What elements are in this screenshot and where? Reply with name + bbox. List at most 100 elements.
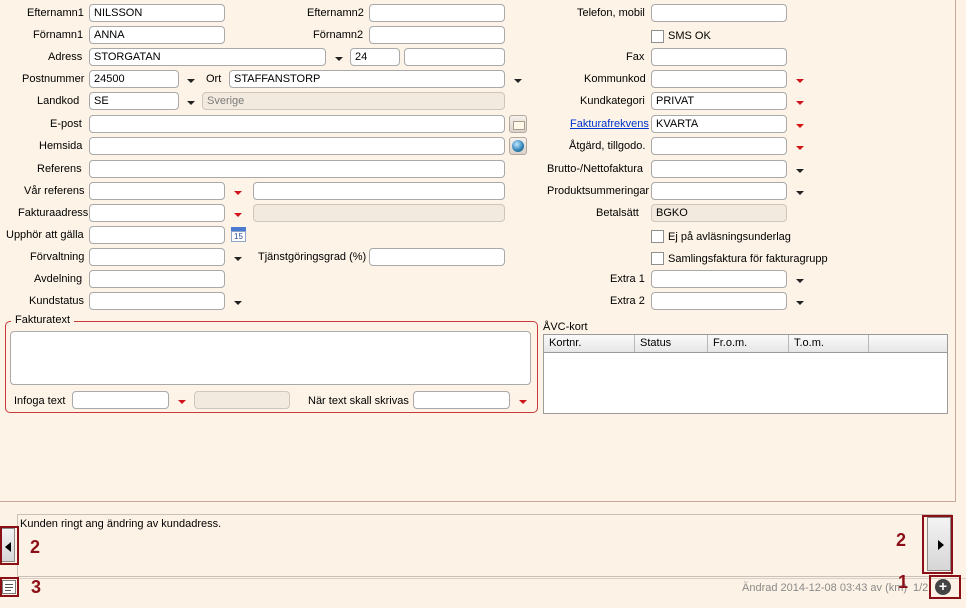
landkod-label: Landkod <box>37 95 80 107</box>
adress-street-input[interactable]: STORGATAN <box>89 48 326 66</box>
telefon-input[interactable] <box>651 4 787 22</box>
ej-avlasning-label: Ej på avläsningsunderlag <box>668 231 791 243</box>
column-header-tom[interactable]: T.o.m. <box>789 335 869 352</box>
brutto-netto-dropdown[interactable] <box>791 162 807 178</box>
kundkategori-input[interactable]: PRIVAT <box>651 92 787 110</box>
changed-status: Ändrad 2014-12-08 03:43 av (km) <box>742 582 908 594</box>
fornamn1-input[interactable]: ANNA <box>89 26 225 44</box>
mail-icon[interactable] <box>509 115 527 133</box>
fornamn1-label: Förnamn1 <box>33 29 84 41</box>
adress-extra-input[interactable] <box>404 48 505 66</box>
column-header-status[interactable]: Status <box>635 335 708 352</box>
kundkategori-dropdown[interactable] <box>791 94 807 110</box>
customer-form-panel: Efternamn1 NILSSON Förnamn1 ANNA Adress … <box>0 0 956 502</box>
country-name-field: Sverige <box>202 92 505 110</box>
annotation-box-next <box>922 515 953 574</box>
fakturaadress-label: Fakturaadress <box>18 207 89 219</box>
annotation-number-1: 1 <box>898 572 909 592</box>
produktsummeringar-input[interactable] <box>651 182 787 200</box>
hemsida-input[interactable] <box>89 137 505 155</box>
var-referens-dropdown[interactable] <box>229 184 245 200</box>
fakturaadress-input[interactable] <box>89 204 225 222</box>
referens-input[interactable] <box>89 160 505 178</box>
avdelning-input[interactable] <box>89 270 225 288</box>
fornamn2-input[interactable] <box>369 26 505 44</box>
hemsida-label: Hemsida <box>39 140 83 152</box>
infoga-text-input[interactable] <box>72 391 169 409</box>
avc-kort-title: ÅVC-kort <box>543 321 588 333</box>
kommunkod-dropdown[interactable] <box>791 72 807 88</box>
extra1-input[interactable] <box>651 270 787 288</box>
efternamn1-label: Efternamn1 <box>27 7 84 19</box>
kommunkod-label: Kommunkod <box>584 73 646 85</box>
nar-text-label: När text skall skrivas <box>308 395 409 407</box>
fakturatext-textarea[interactable] <box>10 331 531 385</box>
landkod-dropdown[interactable] <box>182 94 198 110</box>
tjanstgoringsgrad-input[interactable] <box>369 248 505 266</box>
efternamn2-input[interactable] <box>369 4 505 22</box>
tjanstgoringsgrad-label: Tjänstgöringsgrad (%) <box>258 251 367 263</box>
fakturaadress-extra-field <box>253 204 505 222</box>
produktsummeringar-dropdown[interactable] <box>791 184 807 200</box>
var-referens-input[interactable] <box>89 182 225 200</box>
ort-label: Ort <box>206 73 222 85</box>
column-header-from[interactable]: Fr.o.m. <box>708 335 789 352</box>
nar-text-input[interactable] <box>413 391 510 409</box>
kommunkod-input[interactable] <box>651 70 787 88</box>
note-text-area[interactable]: Kunden ringt ang ändring av kundadress. <box>17 514 952 577</box>
atgard-dropdown[interactable] <box>791 139 807 155</box>
kundkategori-label: Kundkategori <box>580 95 645 107</box>
postnummer-dropdown[interactable] <box>182 72 198 88</box>
var-referens-extra-input[interactable] <box>253 182 505 200</box>
extra2-input[interactable] <box>651 292 787 310</box>
adress-street-dropdown[interactable] <box>330 50 346 66</box>
fakturaadress-dropdown[interactable] <box>229 206 245 222</box>
upphor-label: Upphör att gälla <box>6 229 84 241</box>
infoga-text-label: Infoga text <box>14 395 66 407</box>
infoga-text-dropdown[interactable] <box>173 393 189 409</box>
calendar-icon[interactable]: 15 <box>230 225 248 243</box>
epost-input[interactable] <box>89 115 505 133</box>
efternamn1-input[interactable]: NILSSON <box>89 4 225 22</box>
fakturafrekvens-dropdown[interactable] <box>791 117 807 133</box>
atgard-input[interactable] <box>651 137 787 155</box>
kundstatus-label: Kundstatus <box>29 295 85 307</box>
ej-avlasning-checkbox[interactable] <box>651 230 664 243</box>
extra2-label: Extra 2 <box>610 295 645 307</box>
avdelning-label: Avdelning <box>34 273 83 285</box>
column-header-kortnr[interactable]: Kortnr. <box>544 335 635 352</box>
nar-text-dropdown[interactable] <box>514 393 530 409</box>
sms-ok-checkbox[interactable] <box>651 30 664 43</box>
fornamn2-label: Förnamn2 <box>313 29 364 41</box>
note-pager: 1/2 <box>913 582 929 594</box>
landkod-input[interactable]: SE <box>89 92 179 110</box>
forvaltning-label: Förvaltning <box>30 251 85 263</box>
extra1-dropdown[interactable] <box>791 272 807 288</box>
postnummer-input[interactable]: 24500 <box>89 70 179 88</box>
forvaltning-input[interactable] <box>89 248 225 266</box>
adress-number-input[interactable]: 24 <box>350 48 400 66</box>
annotation-number-2-right: 2 <box>896 530 907 550</box>
ort-input[interactable]: STAFFANSTORP <box>229 70 505 88</box>
forvaltning-dropdown[interactable] <box>229 250 245 266</box>
fax-input[interactable] <box>651 48 787 66</box>
extra2-dropdown[interactable] <box>791 294 807 310</box>
annotation-number-2-left: 2 <box>30 537 41 557</box>
infoga-text-extra-field <box>194 391 290 409</box>
produktsummeringar-label: Produktsummeringar <box>547 185 650 197</box>
annotation-number-3: 3 <box>31 577 42 597</box>
telefon-label: Telefon, mobil <box>577 7 645 19</box>
samlingsfaktura-checkbox[interactable] <box>651 252 664 265</box>
postnummer-label: Postnummer <box>22 73 85 85</box>
globe-icon[interactable] <box>509 137 527 155</box>
upphor-input[interactable] <box>89 226 225 244</box>
ort-dropdown[interactable] <box>509 72 525 88</box>
kundstatus-input[interactable] <box>89 292 225 310</box>
brutto-netto-input[interactable] <box>651 160 787 178</box>
sms-ok-label: SMS OK <box>668 30 711 42</box>
atgard-label: Åtgärd, tillgodo. <box>569 140 646 152</box>
kundstatus-dropdown[interactable] <box>229 294 245 310</box>
note-text: Kunden ringt ang ändring av kundadress. <box>20 518 222 530</box>
fakturafrekvens-link[interactable]: Fakturafrekvens <box>570 118 649 130</box>
fakturafrekvens-input[interactable]: KVARTA <box>651 115 787 133</box>
